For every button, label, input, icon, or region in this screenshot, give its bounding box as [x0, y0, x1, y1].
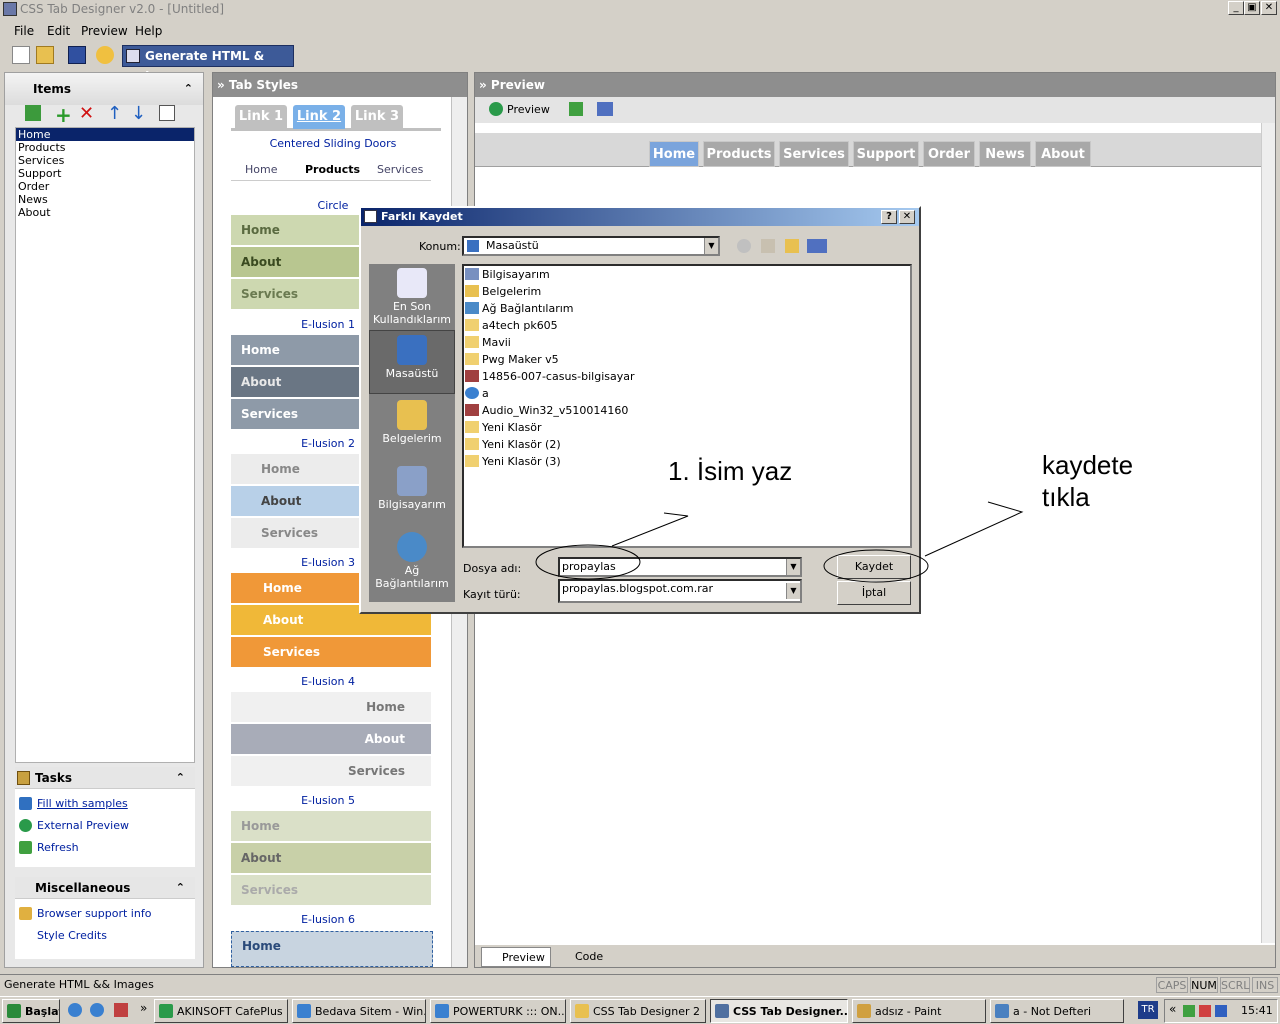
windows-logo-icon	[7, 1004, 21, 1018]
clock: 15:41	[1241, 1004, 1273, 1017]
taskbar-item[interactable]: Bedava Sitem - Win...	[292, 999, 426, 1023]
annotation-step1: 1. İsim yaz	[668, 456, 793, 486]
taskbar-item[interactable]: adsız - Paint	[852, 999, 986, 1023]
taskbar-item-active[interactable]: CSS Tab Designer...	[710, 999, 848, 1023]
start-button[interactable]: Başlat	[2, 999, 60, 1023]
status-text: Generate HTML && Images	[4, 978, 154, 991]
chevron-right-icon[interactable]: »	[140, 1001, 147, 1015]
tray-icon[interactable]	[1199, 1005, 1211, 1017]
annotation-ellipse	[535, 544, 641, 580]
annotation-step2-line2: tıkla	[1042, 482, 1090, 512]
app-icon[interactable]	[114, 1003, 128, 1017]
annotation-step2-line1: kaydete	[1042, 450, 1134, 480]
num-indicator: NUM	[1190, 977, 1218, 993]
caps-indicator: CAPS	[1156, 977, 1188, 993]
language-indicator[interactable]: TR	[1138, 1001, 1158, 1019]
ie-icon[interactable]	[90, 1003, 104, 1017]
annotation-arrow	[611, 512, 689, 547]
status-bar: Generate HTML && Images CAPS NUM SCRL IN…	[0, 974, 1280, 994]
taskbar-item[interactable]: a - Not Defteri	[990, 999, 1124, 1023]
chevron-left-icon[interactable]: «	[1169, 1002, 1176, 1016]
system-tray: « 15:41	[1164, 999, 1278, 1023]
tray-icon[interactable]	[1215, 1005, 1227, 1017]
scrl-indicator: SCRL	[1220, 977, 1250, 993]
taskbar-item[interactable]: AKINSOFT CafePlus	[154, 999, 288, 1023]
annotation-arrow	[924, 501, 1024, 557]
taskbar: Başlat » AKINSOFT CafePlus Bedava Sitem …	[0, 996, 1280, 1024]
ie-icon[interactable]	[68, 1003, 82, 1017]
annotation-ellipse	[823, 549, 929, 583]
tray-icon[interactable]	[1183, 1005, 1195, 1017]
taskbar-item[interactable]: POWERTURK ::: ON...	[430, 999, 566, 1023]
taskbar-item[interactable]: CSS Tab Designer 2	[570, 999, 706, 1023]
ins-indicator: INS	[1252, 977, 1278, 993]
